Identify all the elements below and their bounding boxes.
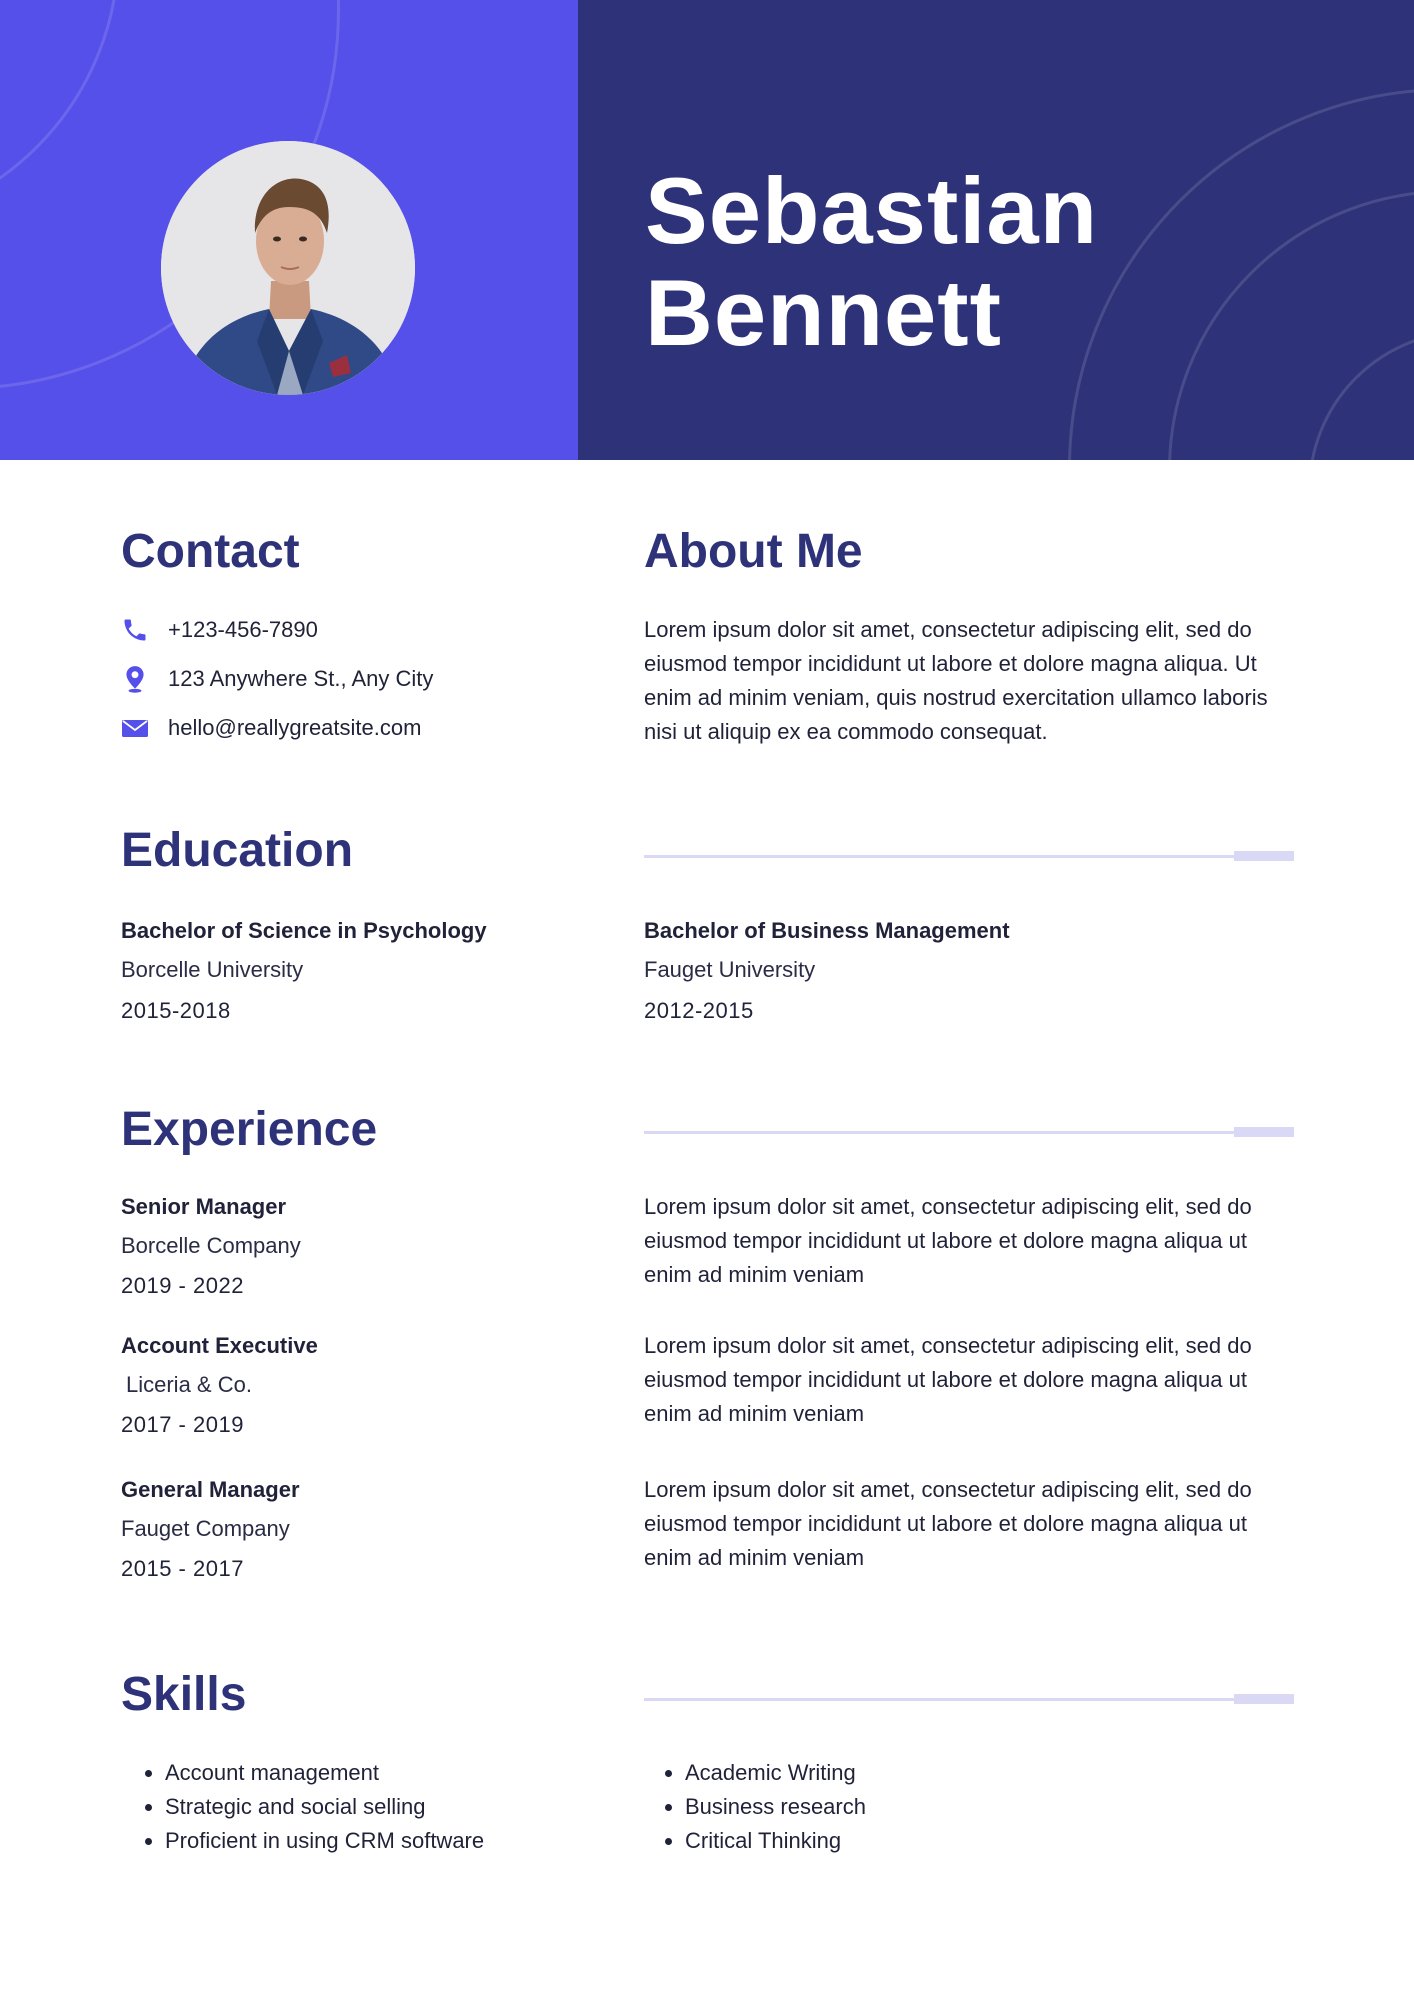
contact-email: hello@reallygreatsite.com (120, 712, 421, 744)
job-years: 2017 - 2019 (121, 1412, 244, 1437)
skill-item: Account management (165, 1756, 484, 1790)
skill-item: Proficient in using CRM software (165, 1824, 484, 1858)
job-title: Senior Manager (121, 1194, 287, 1219)
job-description: Lorem ipsum dolor sit amet, consectetur … (644, 1333, 1252, 1426)
skill-item: Critical Thinking (685, 1824, 866, 1858)
contact-phone: +123-456-7890 (120, 614, 318, 646)
section-divider (644, 1698, 1294, 1701)
job-title: Account Executive (121, 1333, 318, 1358)
skills-list-left: Account management Strategic and social … (123, 1756, 484, 1858)
job-description: Lorem ipsum dolor sit amet, consectetur … (644, 1194, 1252, 1287)
location-pin-icon (120, 664, 150, 694)
experience-heading: Experience (121, 1103, 378, 1156)
skills-list-right: Academic Writing Business research Criti… (643, 1756, 866, 1858)
skills-heading: Skills (121, 1668, 247, 1721)
company-name: Fauget Company (121, 1516, 290, 1541)
job-description: Lorem ipsum dolor sit amet, consectetur … (644, 1477, 1252, 1570)
school-name: Borcelle University (121, 957, 304, 982)
education-years: 2012-2015 (644, 998, 754, 1023)
degree-title: Bachelor of Business Management (644, 918, 1010, 943)
education-heading: Education (121, 824, 354, 877)
school-name: Fauget University (644, 957, 816, 982)
avatar-illustration (161, 141, 415, 395)
section-divider (644, 1131, 1294, 1134)
header-left-panel (0, 0, 578, 460)
job-years: 2015 - 2017 (121, 1556, 244, 1581)
contact-heading: Contact (121, 525, 300, 578)
phone-number: +123-456-7890 (168, 617, 318, 642)
contact-address: 123 Anywhere St., Any City (120, 663, 433, 695)
about-heading: About Me (644, 525, 863, 578)
job-years: 2019 - 2022 (121, 1273, 244, 1298)
section-divider (644, 855, 1294, 858)
person-name: Sebastian Bennett (645, 160, 1098, 364)
phone-icon (120, 615, 150, 645)
company-name: Borcelle Company (121, 1233, 301, 1258)
section-divider-accent (1234, 1127, 1294, 1137)
envelope-icon (120, 713, 150, 743)
skill-item: Business research (685, 1790, 866, 1824)
profile-photo (161, 141, 415, 395)
education-years: 2015-2018 (121, 998, 231, 1023)
about-text: Lorem ipsum dolor sit amet, consectetur … (644, 617, 1268, 744)
last-name: Bennett (645, 260, 1002, 365)
company-name: Liceria & Co. (126, 1372, 252, 1397)
email-address: hello@reallygreatsite.com (168, 715, 422, 740)
first-name: Sebastian (645, 158, 1099, 263)
section-divider-accent (1234, 1694, 1294, 1704)
address: 123 Anywhere St., Any City (168, 666, 434, 691)
job-title: General Manager (121, 1477, 300, 1502)
degree-title: Bachelor of Science in Psychology (121, 918, 487, 943)
skill-item: Academic Writing (685, 1756, 866, 1790)
skill-item: Strategic and social selling (165, 1790, 484, 1824)
section-divider-accent (1234, 851, 1294, 861)
